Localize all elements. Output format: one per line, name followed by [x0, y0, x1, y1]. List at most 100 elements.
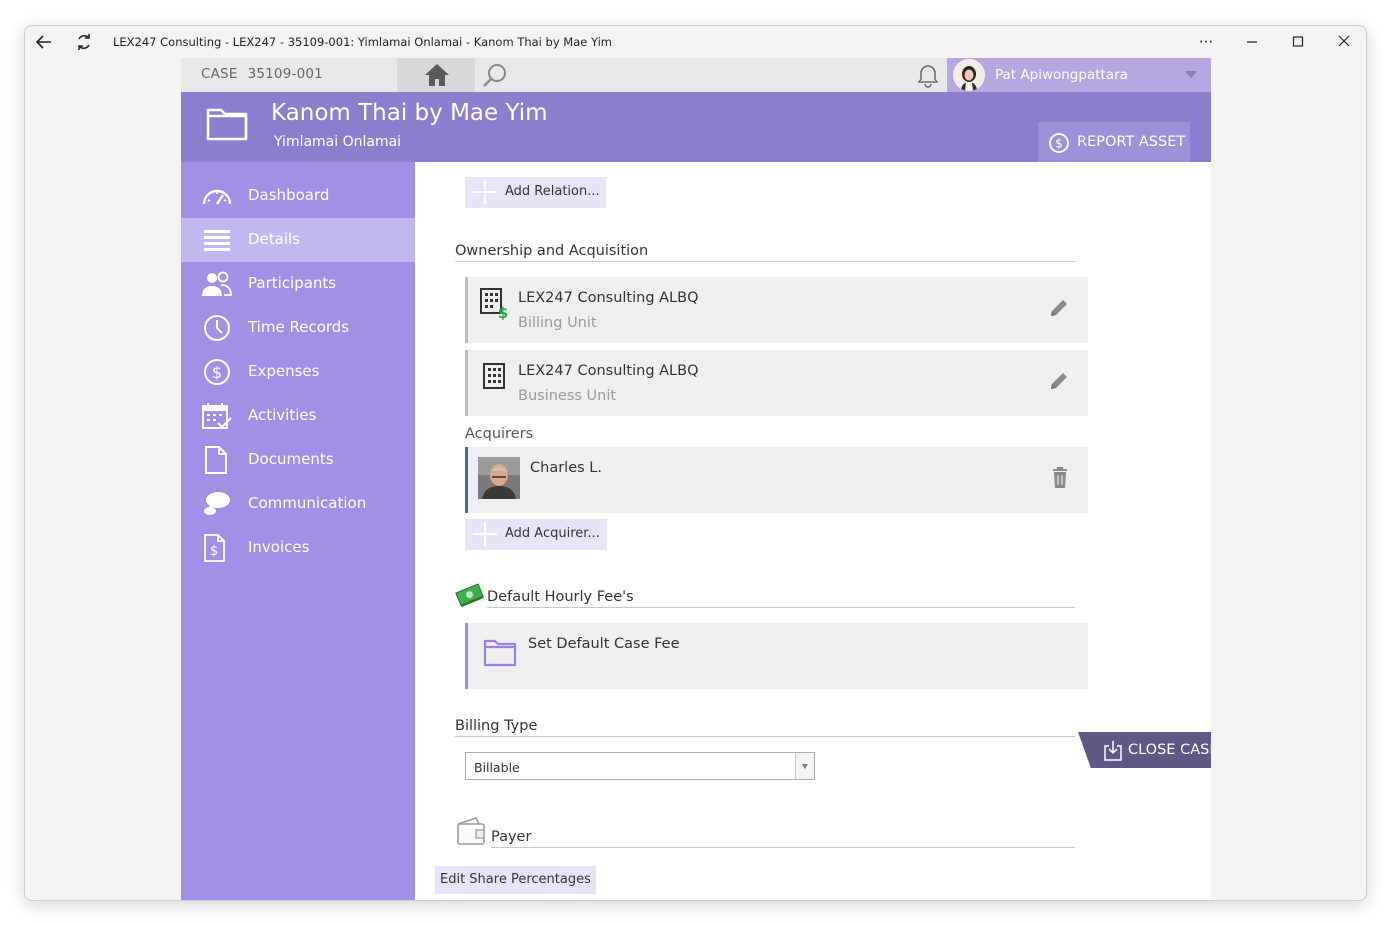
case-number: 35109-001 — [247, 66, 323, 82]
close-case-button[interactable]: CLOSE CASE — [1078, 732, 1211, 768]
card-subtitle: Business Unit — [518, 388, 617, 404]
billing-type-select[interactable]: Billable — [465, 752, 815, 780]
pencil-icon[interactable] — [1048, 297, 1070, 323]
sidebar-item-documents[interactable]: Documents — [181, 438, 415, 482]
bell-icon — [917, 65, 939, 88]
sidebar-item-expenses[interactable]: $ Expenses — [181, 350, 415, 394]
sidebar-item-communication[interactable]: Communication — [181, 482, 415, 526]
edit-share-percentages-button[interactable]: Edit Share Percentages — [435, 866, 596, 894]
chevron-down-icon[interactable] — [795, 753, 814, 779]
sidebar-item-label: Details — [248, 230, 301, 248]
report-asset-button[interactable]: $ REPORT ASSET — [1038, 122, 1190, 162]
card-subtitle: Billing Unit — [518, 315, 597, 331]
building-icon — [482, 363, 506, 393]
close-window-button[interactable] — [1329, 32, 1359, 54]
notifications-button[interactable] — [915, 63, 941, 93]
list-icon — [201, 226, 233, 254]
user-avatar — [953, 59, 985, 91]
refresh-icon[interactable] — [73, 32, 95, 54]
window-title: LEX247 Consulting - LEX247 - 35109-001: … — [113, 35, 613, 49]
details-content: Add Relation... Ownership and Acquisitio… — [415, 162, 1211, 900]
sidebar-item-invoices[interactable]: $ Invoices — [181, 526, 415, 570]
card-title: LEX247 Consulting ALBQ — [518, 363, 699, 379]
sidebar-item-label: Documents — [248, 450, 334, 468]
trash-icon[interactable] — [1050, 467, 1070, 493]
chevron-down-icon — [1185, 71, 1197, 78]
fee-card-title: Set Default Case Fee — [528, 636, 680, 652]
dollar-circle-icon: $ — [1049, 133, 1069, 153]
section-divider — [491, 847, 1075, 848]
svg-text:$: $ — [1055, 137, 1063, 151]
ownership-section-title: Ownership and Acquisition — [455, 243, 649, 259]
svg-text:$: $ — [210, 544, 218, 559]
download-tray-icon — [1104, 741, 1122, 761]
sidebar-item-label: Activities — [248, 406, 317, 424]
home-icon — [425, 64, 449, 86]
close-case-label: CLOSE CASE — [1128, 742, 1211, 758]
business-unit-card[interactable]: LEX247 Consulting ALBQ Business Unit — [465, 350, 1088, 416]
add-relation-button[interactable]: Add Relation... — [465, 177, 606, 208]
wallet-icon — [455, 816, 487, 852]
search-button[interactable] — [481, 62, 509, 94]
more-options-button[interactable]: ··· — [1191, 32, 1221, 54]
folder-icon — [483, 637, 517, 671]
billing-type-value: Billable — [474, 760, 520, 775]
building-dollar-icon: $ — [479, 288, 509, 324]
acquirer-avatar — [478, 457, 520, 499]
search-icon — [483, 64, 506, 87]
minimize-button[interactable] — [1237, 32, 1267, 54]
app-root: CASE 35109-001 Pat Apiwongpattara Kanom … — [181, 58, 1211, 900]
billing-unit-card[interactable]: $ LEX247 Consulting ALBQ Billing Unit — [465, 277, 1088, 343]
sidebar-item-label: Communication — [248, 494, 367, 512]
sidebar-item-activities[interactable]: Activities — [181, 394, 415, 438]
sidebar-item-dashboard[interactable]: Dashboard — [181, 174, 415, 218]
sidebar-item-participants[interactable]: Participants — [181, 262, 415, 306]
document-icon — [201, 446, 233, 474]
clock-icon — [201, 314, 233, 342]
case-client: Yimlamai Onlamai — [274, 134, 402, 150]
sidebar-item-label: Expenses — [248, 362, 320, 380]
add-relation-label: Add Relation... — [505, 184, 600, 199]
dollar-circle-icon: $ — [201, 358, 233, 386]
sidebar: Dashboard Details Participants Time Reco… — [181, 162, 415, 900]
gauge-icon — [201, 182, 233, 210]
section-divider — [455, 261, 1075, 262]
sidebar-item-time-records[interactable]: Time Records — [181, 306, 415, 350]
user-menu[interactable]: Pat Apiwongpattara — [947, 58, 1211, 92]
default-fee-card[interactable]: Set Default Case Fee — [465, 623, 1088, 689]
acquirer-name: Charles L. — [530, 460, 602, 476]
home-button[interactable] — [397, 58, 475, 92]
svg-text:$: $ — [498, 304, 508, 320]
app-window: LEX247 Consulting - LEX247 - 35109-001: … — [24, 25, 1367, 901]
payer-section-title: Payer — [491, 829, 532, 845]
maximize-button[interactable] — [1283, 32, 1313, 54]
fee-section-title: Default Hourly Fee's — [487, 589, 634, 605]
chat-icon — [201, 490, 233, 518]
folder-icon — [205, 104, 249, 146]
back-arrow-icon[interactable] — [33, 32, 55, 54]
sidebar-item-details[interactable]: Details — [181, 218, 415, 262]
svg-text:$: $ — [212, 363, 222, 382]
title-bar: LEX247 Consulting - LEX247 - 35109-001: … — [25, 26, 1366, 58]
case-title: Kanom Thai by Mae Yim — [271, 100, 548, 126]
billing-type-title: Billing Type — [455, 718, 538, 734]
people-icon — [201, 270, 233, 298]
add-acquirer-button[interactable]: Add Acquirer... — [465, 519, 607, 550]
report-asset-label: REPORT ASSET — [1077, 134, 1186, 150]
sidebar-item-label: Invoices — [248, 538, 310, 556]
plus-icon — [473, 180, 497, 204]
section-divider — [487, 607, 1075, 608]
acquirers-label: Acquirers — [465, 426, 534, 442]
calendar-check-icon — [201, 402, 233, 430]
sidebar-item-label: Dashboard — [248, 186, 330, 204]
acquirer-card[interactable]: Charles L. — [465, 447, 1088, 513]
pencil-icon[interactable] — [1048, 370, 1070, 396]
case-label: CASE — [201, 66, 238, 82]
user-name: Pat Apiwongpattara — [995, 67, 1128, 83]
money-icon — [455, 582, 485, 614]
case-indicator: CASE 35109-001 — [201, 66, 323, 82]
top-bar: CASE 35109-001 Pat Apiwongpattara — [181, 58, 1211, 92]
case-header: Kanom Thai by Mae Yim Yimlamai Onlamai $… — [181, 92, 1211, 162]
sidebar-item-label: Participants — [248, 274, 337, 292]
invoice-icon: $ — [201, 534, 233, 562]
